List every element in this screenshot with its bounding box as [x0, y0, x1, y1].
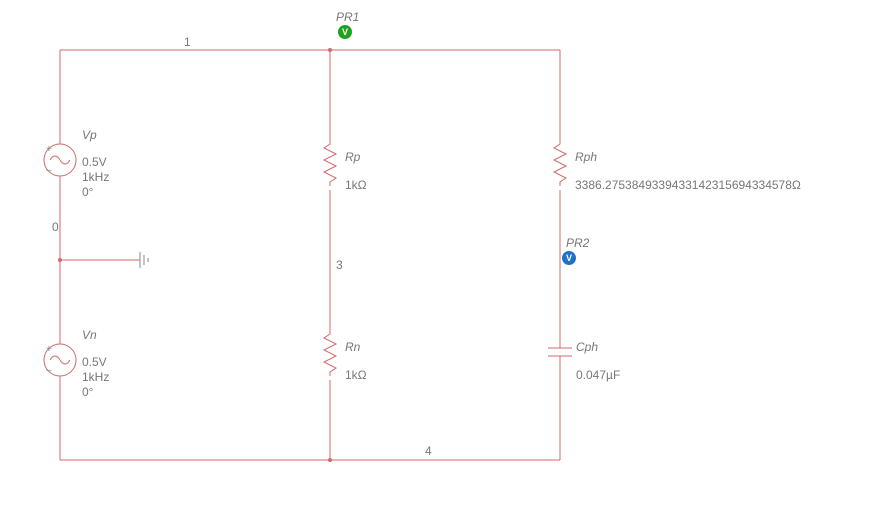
vp-name: Vp	[82, 128, 97, 142]
resistor-rn[interactable]	[320, 330, 340, 380]
node-3: 3	[336, 258, 343, 272]
rph-value: 3386.2753849339433142315694334578Ω	[575, 178, 801, 192]
probe-pr2-icon[interactable]: V	[562, 251, 576, 265]
rn-value: 1kΩ	[345, 368, 367, 382]
probe-pr1-icon[interactable]: V	[338, 25, 352, 39]
capacitor-cph[interactable]	[548, 330, 572, 374]
rp-value: 1kΩ	[345, 178, 367, 192]
probe-pr1-label: PR1	[336, 10, 359, 24]
vn-freq: 1kHz	[82, 370, 109, 384]
schematic-canvas[interactable]: + − + −	[0, 0, 879, 510]
rp-name: Rp	[345, 150, 360, 164]
node-0: 0	[52, 220, 59, 234]
vp-amp: 0.5V	[82, 155, 107, 169]
vn-amp: 0.5V	[82, 355, 107, 369]
vp-phase: 0°	[82, 185, 93, 199]
rn-name: Rn	[345, 340, 360, 354]
vn-name: Vn	[82, 328, 97, 342]
vn-plus: +	[46, 344, 52, 355]
cph-name: Cph	[576, 340, 598, 354]
vp-freq: 1kHz	[82, 170, 109, 184]
node-4: 4	[425, 444, 432, 458]
vp-minus: −	[46, 166, 52, 177]
vp-plus: +	[46, 144, 52, 155]
ground-symbol	[140, 252, 148, 268]
rph-name: Rph	[575, 150, 597, 164]
probe-pr2-label: PR2	[566, 236, 589, 250]
resistor-rph[interactable]	[550, 140, 570, 190]
node-1: 1	[184, 35, 191, 49]
junction-dots	[58, 48, 332, 462]
vn-minus: −	[46, 366, 52, 377]
cph-value: 0.047µF	[576, 368, 620, 382]
resistor-rp[interactable]	[320, 140, 340, 190]
vn-phase: 0°	[82, 385, 93, 399]
